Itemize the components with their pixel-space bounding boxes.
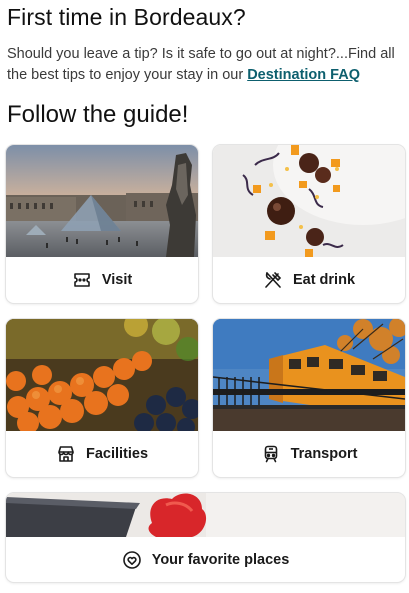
transport-label-row: Transport [213, 431, 405, 477]
visit-card[interactable]: Visit [6, 145, 198, 303]
eat-drink-label-row: Eat drink [213, 257, 405, 303]
transport-card[interactable]: Transport [213, 319, 405, 477]
heart-icon [122, 550, 142, 570]
guide-title: Follow the guide! [7, 101, 189, 128]
shop-icon [56, 444, 76, 464]
louvre-image [6, 145, 198, 257]
dessert-image [213, 145, 405, 257]
facilities-label: Facilities [85, 446, 149, 462]
ticket-icon [72, 270, 92, 290]
transport-label: Transport [290, 446, 358, 462]
visit-label: Visit [101, 272, 133, 288]
facilities-label-row: Facilities [6, 431, 198, 477]
train-icon [261, 444, 281, 464]
favorite-places-card[interactable]: Your favorite places [6, 493, 405, 582]
market-fruit-image [6, 319, 198, 431]
favorites-image [6, 493, 405, 537]
train-image [213, 319, 405, 431]
visit-label-row: Visit [6, 257, 198, 303]
facilities-card[interactable]: Facilities [6, 319, 198, 477]
eat-drink-label: Eat drink [292, 272, 356, 288]
favorites-label: Your favorite places [151, 551, 290, 568]
intro-paragraph: Should you leave a tip? Is it safe to go… [7, 44, 403, 86]
page-title: First time in Bordeaux? [7, 4, 246, 30]
favorites-label-row: Your favorite places [6, 537, 405, 582]
eat-drink-card[interactable]: Eat drink [213, 145, 405, 303]
destination-faq-link[interactable]: Destination FAQ [247, 67, 360, 83]
fork-knife-icon [263, 270, 283, 290]
